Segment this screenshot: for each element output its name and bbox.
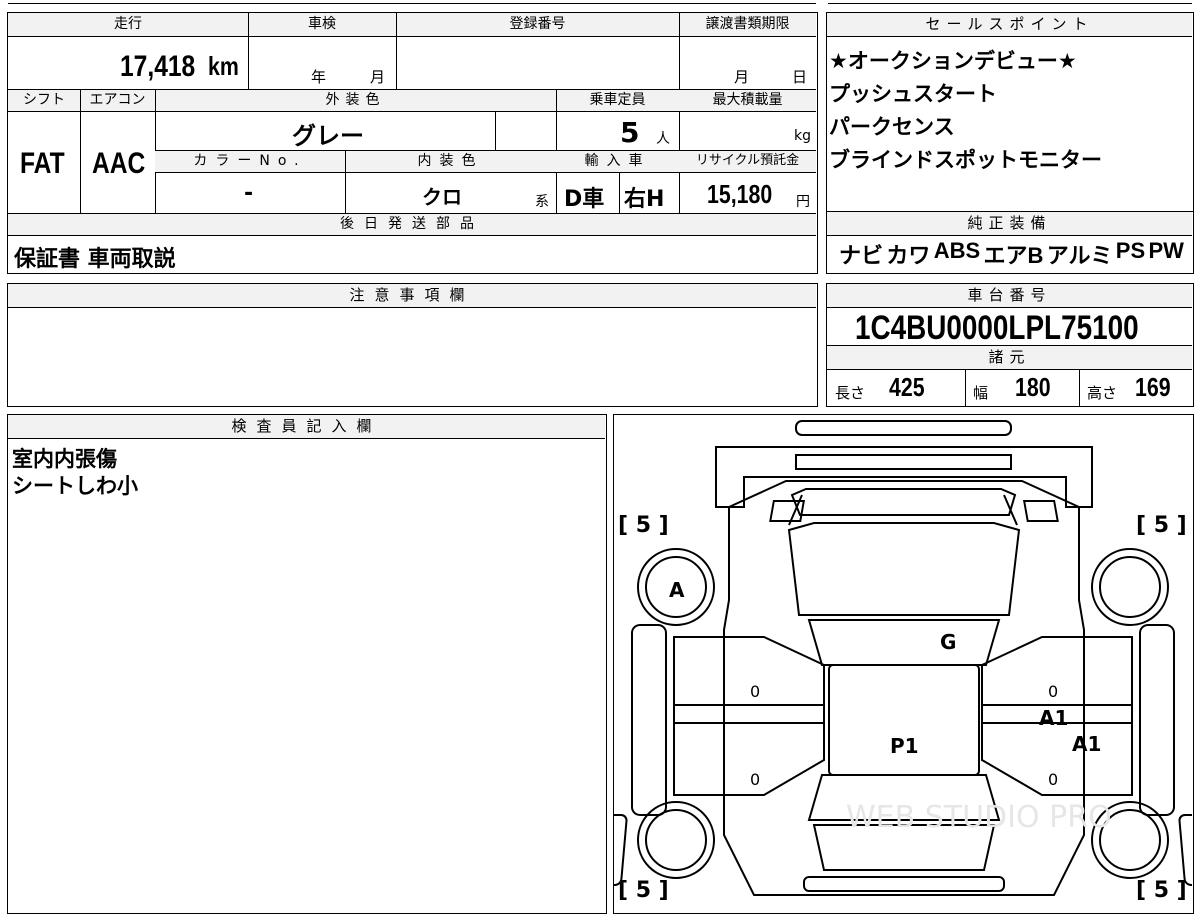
transfer-month: 月 <box>734 68 750 86</box>
tire-rear-right: [ 5 ] <box>1136 878 1187 903</box>
equipment-list: ナビ カワ ABS エアB アルミ PS PW <box>839 238 1184 270</box>
equipment-label: 純正装備 <box>827 212 1192 236</box>
sales-point-item: プッシュスタート <box>829 82 997 106</box>
equipment-item: PW <box>1148 238 1184 263</box>
inspector-line-1: 室内内張傷 <box>12 447 117 471</box>
later-parts-label: 後日発送部品 <box>8 214 816 236</box>
recycle-value: 15,180 <box>707 179 773 209</box>
transfer-day: 日 <box>792 68 808 86</box>
chassis-number: 1C4BU0000LPL75100 <box>855 309 1139 347</box>
import-label: 輸入車 <box>556 151 679 173</box>
length-value: 425 <box>889 372 925 402</box>
later-parts-value: 保証書 車両取説 <box>14 247 176 272</box>
capacity-unit: 人 <box>656 131 670 147</box>
door-zero-2: 0 <box>750 770 760 789</box>
length-label: 長さ <box>835 384 866 402</box>
shaken-label: 車検 <box>248 13 396 37</box>
tire-front-left: [ 5 ] <box>618 513 669 538</box>
load-unit: kg <box>794 128 811 144</box>
wheel-front-right <box>1091 548 1169 626</box>
handle-side: 右H <box>624 187 665 212</box>
ext-color-label: 外装色 <box>155 90 556 112</box>
rear-bumper <box>803 876 1005 892</box>
ac-label: エアコン <box>80 90 155 112</box>
equipment-item: エアB <box>983 243 1044 268</box>
ext-color-value: グレー <box>292 122 364 150</box>
equipment-item: PS <box>1115 238 1146 263</box>
equipment-item: ABS <box>933 238 981 263</box>
car-diagram-box: [ 5 ] [ 5 ] [ 5 ] [ 5 ] A G P1 A1 A1 0 0… <box>613 414 1194 914</box>
registration-label: 登録番号 <box>396 13 679 37</box>
chassis-box: 車台番号 1C4BU0000LPL75100 諸元 長さ 425 幅 180 高… <box>826 283 1194 407</box>
specs-label: 諸元 <box>827 346 1192 370</box>
equipment-item: ナビ <box>839 243 884 268</box>
int-color-label: 内装色 <box>345 151 556 173</box>
mileage-label: 走行 <box>8 13 248 37</box>
inspector-label: 検査員記入欄 <box>8 415 605 439</box>
width-label: 幅 <box>973 384 989 402</box>
equipment-item: カワ <box>886 243 931 268</box>
door-zero-1: 0 <box>750 682 760 701</box>
sales-points-list: ★オークションデビュー★ プッシュスタート パークセンスブラインドスポットモニター <box>829 45 1102 177</box>
equipment-box: 純正装備 ナビ カワ ABS エアB アルミ PS PW <box>826 211 1194 274</box>
width-value: 180 <box>1015 372 1051 402</box>
recycle-label: リサイクル預託金 <box>679 151 816 173</box>
mark-right-door-2: A1 <box>1072 732 1101 756</box>
tire-rear-left: [ 5 ] <box>618 878 669 903</box>
equipment-item: アルミ <box>1046 243 1113 268</box>
ac-value: AAC <box>92 147 146 180</box>
shift-value: FAT <box>20 147 65 180</box>
door-zero-4: 0 <box>1048 770 1058 789</box>
capacity-label: 乗車定員 <box>556 90 679 112</box>
inspector-line-2: シートしわ小 <box>12 474 138 498</box>
max-load-label: 最大積載量 <box>679 90 816 112</box>
sales-point-item: パークセンス <box>829 115 955 139</box>
shaken-month: 月 <box>370 68 386 86</box>
mileage-unit: km <box>208 51 239 81</box>
roof <box>828 664 980 776</box>
door-zero-3: 0 <box>1048 682 1058 701</box>
shift-label: シフト <box>8 90 80 112</box>
sales-point-item: ブラインドスポットモニター <box>829 148 1102 172</box>
sales-points-box: セールスポイント ★オークションデビュー★ プッシュスタート パークセンスブラインド… <box>826 12 1194 212</box>
wheel-rear-left <box>637 801 715 879</box>
mileage-value: 17,418 <box>120 50 196 83</box>
sales-points-label: セールスポイント <box>827 13 1192 37</box>
hood-panel <box>790 488 1017 516</box>
chassis-label: 車台番号 <box>827 284 1192 308</box>
height-label: 高さ <box>1087 384 1118 402</box>
transfer-deadline-label: 譲渡書類期限 <box>679 13 816 37</box>
capacity-value: 5 <box>620 116 640 149</box>
mark-right-door-1: A1 <box>1039 706 1068 730</box>
windshield <box>787 522 1021 616</box>
mark-windshield: G <box>940 630 956 654</box>
left-rear-door <box>673 722 825 796</box>
recycle-unit: 円 <box>796 194 810 210</box>
tire-front-right: [ 5 ] <box>1136 513 1187 538</box>
right-side-panel <box>1139 624 1175 816</box>
top-edge-line-right <box>828 3 1192 4</box>
mark-wheel: A <box>669 578 685 602</box>
top-edge-line <box>8 3 816 4</box>
left-front-door <box>673 636 825 706</box>
color-no-value: - <box>244 181 254 206</box>
windshield-lower <box>807 619 1001 666</box>
color-no-label: カラーNo. <box>155 151 345 173</box>
import-type: D車 <box>564 187 605 212</box>
height-value: 169 <box>1135 372 1171 402</box>
left-side-panel <box>631 624 667 816</box>
vehicle-info-table: 走行 車検 登録番号 譲渡書類期限 17,418 km 年 月 月 日 シフト … <box>7 12 818 274</box>
watermark: WEB STUDIO PRO <box>846 800 1112 835</box>
grille <box>795 454 1012 470</box>
front-bumper <box>795 420 1012 436</box>
notes-label: 注意事項欄 <box>8 284 816 308</box>
inspector-box: 検査員記入欄 室内内張傷 シートしわ小 <box>7 414 607 914</box>
sales-point-item: ★オークションデビュー★ <box>829 49 1077 73</box>
mark-roof: P1 <box>890 734 919 758</box>
int-color-value: クロ <box>422 185 462 209</box>
car-diagram: [ 5 ] [ 5 ] [ 5 ] [ 5 ] A G P1 A1 A1 0 0… <box>614 420 1192 903</box>
int-color-suffix: 系 <box>535 194 549 210</box>
notes-box: 注意事項欄 <box>7 283 818 407</box>
shaken-year: 年 <box>311 68 327 86</box>
